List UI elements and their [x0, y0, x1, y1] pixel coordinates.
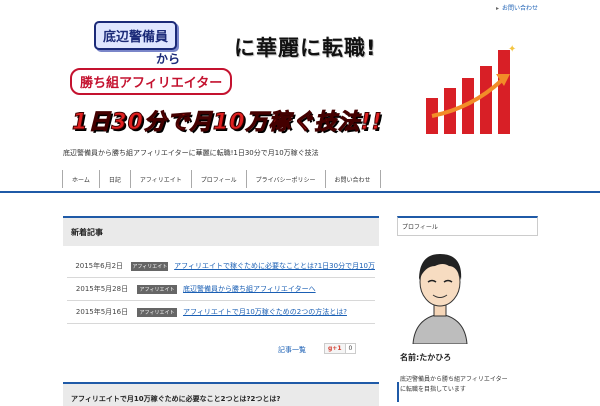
nav-item-diary[interactable]: 日記 [98, 170, 130, 188]
avatar [412, 254, 468, 344]
nav-item-contact[interactable]: お問い合わせ [324, 170, 381, 188]
post-date: 2015年6月2日 [75, 262, 124, 270]
banner-line-1: 底辺警備員 [94, 21, 178, 50]
category-badge[interactable]: アフィリエイト [137, 307, 177, 317]
post-date: 2015年5月28日 [75, 285, 129, 293]
section-title: 新着記事 [63, 216, 379, 246]
contact-link[interactable]: お問い合わせ [496, 3, 538, 12]
profile-bio-line: に転職を目指しています [400, 386, 466, 393]
svg-text:✦: ✦ [508, 44, 516, 55]
banner-line-2: から [156, 52, 181, 66]
gplus-count: 0 [345, 343, 357, 354]
growth-chart-icon: ✦ [426, 44, 516, 134]
more-posts-link[interactable]: 記事一覧 [278, 345, 306, 355]
gplus-share-button[interactable]: g+1 0 [324, 343, 357, 354]
nav-divider [0, 191, 600, 193]
sidebar-title: プロフィール [397, 216, 538, 236]
nav-item-affiliate[interactable]: アフィリエイト [129, 170, 191, 188]
category-badge[interactable]: アフィリエイト [137, 284, 177, 294]
header-banner[interactable]: 底辺警備員 から 勝ち組アフィリエイター に華麗に転職! 1日30分で月10万稼… [60, 18, 550, 140]
article-title[interactable]: アフィリエイトで月10万稼ぐために必要なこと2つとは?2つとは? [63, 382, 379, 406]
sidebar-accent-bar [397, 382, 399, 402]
banner-line-4: に華麗に転職! [234, 36, 377, 60]
post-title-link[interactable]: アフィリエイトで月10万稼ぐための2つの方法とは? [183, 307, 347, 317]
post-title-link[interactable]: アフィリエイトで稼ぐために必要なこととは?1日30分で月10万 [174, 261, 375, 271]
list-item: 2015年5月16日 アフィリエイト アフィリエイトで月10万稼ぐための2つの方… [67, 301, 375, 324]
banner-line-5: 1日30分で月10万稼ぐ技法!! [72, 110, 383, 136]
post-date: 2015年5月16日 [75, 308, 129, 316]
nav-item-home[interactable]: ホーム [62, 170, 99, 188]
post-list: 2015年6月2日 アフィリエイト アフィリエイトで稼ぐために必要なこととは?1… [67, 255, 375, 324]
profile-bio: 底辺警備員から勝ち組アフィリエイター に転職を目指しています [400, 375, 508, 395]
nav-item-privacy[interactable]: プライバシーポリシー [245, 170, 325, 188]
site-tagline: 底辺警備員から勝ち組アフィリエイターに華麗に転職!1日30分で月10万稼ぐ技法 [63, 149, 319, 157]
global-nav: ホーム 日記 アフィリエイト プロフィール プライバシーポリシー お問い合わせ [62, 170, 381, 188]
gplus-icon[interactable]: g+1 [324, 343, 346, 354]
list-item: 2015年5月28日 アフィリエイト 底辺警備員から勝ち組アフィリエイターへ [67, 278, 375, 301]
profile-bio-line: 底辺警備員から勝ち組アフィリエイター [400, 376, 508, 383]
profile-name: 名前:たかひろ [400, 353, 452, 362]
post-title-link[interactable]: 底辺警備員から勝ち組アフィリエイターへ [183, 284, 316, 294]
list-item: 2015年6月2日 アフィリエイト アフィリエイトで稼ぐために必要なこととは?1… [67, 255, 375, 278]
category-badge[interactable]: アフィリエイト [131, 261, 169, 271]
banner-line-3: 勝ち組アフィリエイター [70, 68, 233, 95]
nav-item-profile[interactable]: プロフィール [190, 170, 246, 188]
